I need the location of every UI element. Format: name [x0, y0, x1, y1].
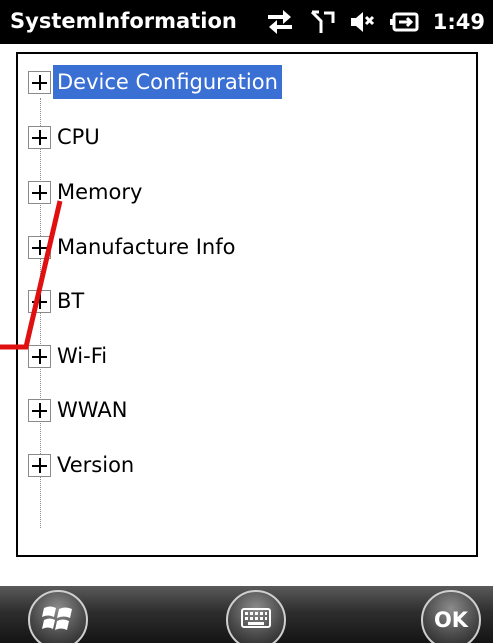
status-bar: SystemInformation 1:49 — [0, 0, 493, 44]
battery-charging-icon[interactable] — [389, 9, 419, 35]
tree-view[interactable]: Device Configuration CPU Memory Manufact… — [16, 52, 478, 557]
clock[interactable]: 1:49 — [433, 10, 485, 34]
app-title: SystemInformation — [10, 9, 237, 33]
tree-item-label: Version — [57, 453, 135, 477]
tree-item-wwan[interactable]: WWAN — [28, 392, 131, 428]
status-icons: 1:49 — [265, 8, 485, 36]
tree-item-version[interactable]: Version — [28, 447, 138, 483]
tree-item-cpu[interactable]: CPU — [28, 119, 104, 155]
tree-item-label: Manufacture Info — [57, 235, 236, 259]
expand-plus-icon[interactable] — [28, 289, 51, 313]
tree-item-bt[interactable]: BT — [28, 283, 88, 319]
windows-start-icon — [41, 603, 75, 637]
keyboard-button[interactable] — [226, 590, 286, 643]
expand-plus-icon[interactable] — [28, 453, 51, 477]
tree-item-wi-fi[interactable]: Wi-Fi — [28, 338, 111, 374]
tree-item-memory[interactable]: Memory — [28, 174, 146, 210]
tree-item-label: Device Configuration — [53, 65, 282, 99]
expand-plus-icon[interactable] — [28, 235, 51, 259]
connectivity-arrows-icon[interactable] — [265, 9, 295, 35]
bottom-bar: OK — [0, 586, 493, 643]
expand-plus-icon[interactable] — [28, 398, 51, 422]
tree-item-label: BT — [57, 289, 85, 313]
tree-item-label: CPU — [57, 125, 100, 149]
expand-plus-icon[interactable] — [28, 125, 51, 149]
ok-button[interactable]: OK — [421, 590, 481, 643]
expand-plus-icon[interactable] — [28, 344, 51, 368]
tree-item-label: WWAN — [57, 398, 128, 422]
tree-item-manufacture-info[interactable]: Manufacture Info — [28, 229, 239, 265]
expand-plus-icon[interactable] — [28, 180, 51, 204]
keyboard-icon — [241, 608, 271, 632]
ok-label: OK — [433, 608, 469, 632]
tree-item-label: Wi-Fi — [57, 344, 108, 368]
speaker-muted-icon[interactable] — [349, 9, 375, 35]
start-button[interactable] — [28, 590, 88, 643]
no-signal-icon[interactable] — [309, 9, 335, 35]
expand-plus-icon[interactable] — [28, 70, 51, 94]
tree-item-label: Memory — [57, 180, 143, 204]
tree-item-device-configuration[interactable]: Device Configuration — [28, 64, 282, 100]
